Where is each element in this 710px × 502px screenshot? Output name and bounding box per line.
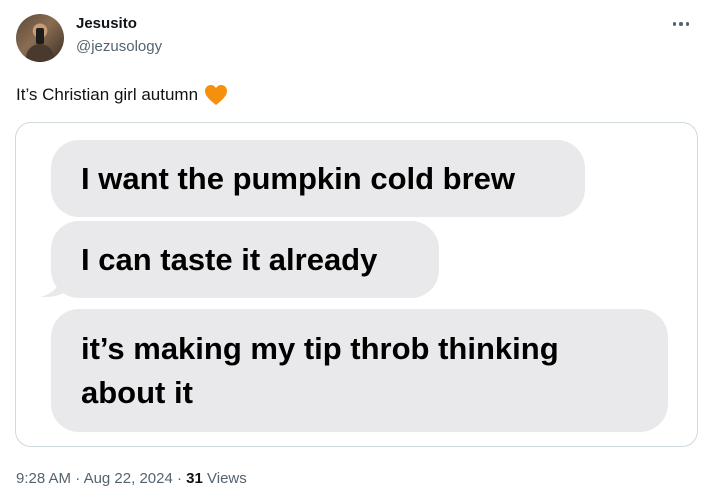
media-image[interactable]: I want the pumpkin cold brew I can taste… xyxy=(15,122,698,447)
views-label: Views xyxy=(207,470,247,487)
avatar[interactable] xyxy=(16,14,64,62)
tweet-time[interactable]: 9:28 AM xyxy=(16,470,71,487)
avatar-phone xyxy=(36,28,44,44)
author-handle[interactable]: @jezusology xyxy=(76,38,162,55)
views-count: 31 xyxy=(186,470,203,487)
avatar-figure xyxy=(26,44,54,62)
orange-heart-icon xyxy=(205,85,228,105)
message-bubble: I want the pumpkin cold brew xyxy=(51,140,585,217)
more-icon[interactable] xyxy=(669,14,693,34)
message-text: I can taste it already xyxy=(81,241,378,277)
message-bubble: it’s making my tip throb thinking about … xyxy=(51,309,668,432)
meta-separator: · xyxy=(176,470,182,487)
tweet-date[interactable]: Aug 22, 2024 xyxy=(84,470,173,487)
more-dot xyxy=(685,22,690,26)
tweet-body: It’s Christian girl autumn xyxy=(16,85,199,104)
tweet-text: It’s Christian girl autumn xyxy=(16,84,228,106)
message-text: it’s making my tip throb thinking about … xyxy=(81,330,559,410)
message-text: I want the pumpkin cold brew xyxy=(81,160,516,196)
meta-separator: · xyxy=(75,470,81,487)
more-dot xyxy=(679,22,683,26)
message-bubble: I can taste it already xyxy=(51,221,439,298)
tweet-meta: 9:28 AM · Aug 22, 2024 · 31 Views xyxy=(16,470,247,487)
author-display-name[interactable]: Jesusito xyxy=(76,15,137,32)
bubble-tail-icon xyxy=(40,269,74,298)
more-dot xyxy=(672,22,677,26)
